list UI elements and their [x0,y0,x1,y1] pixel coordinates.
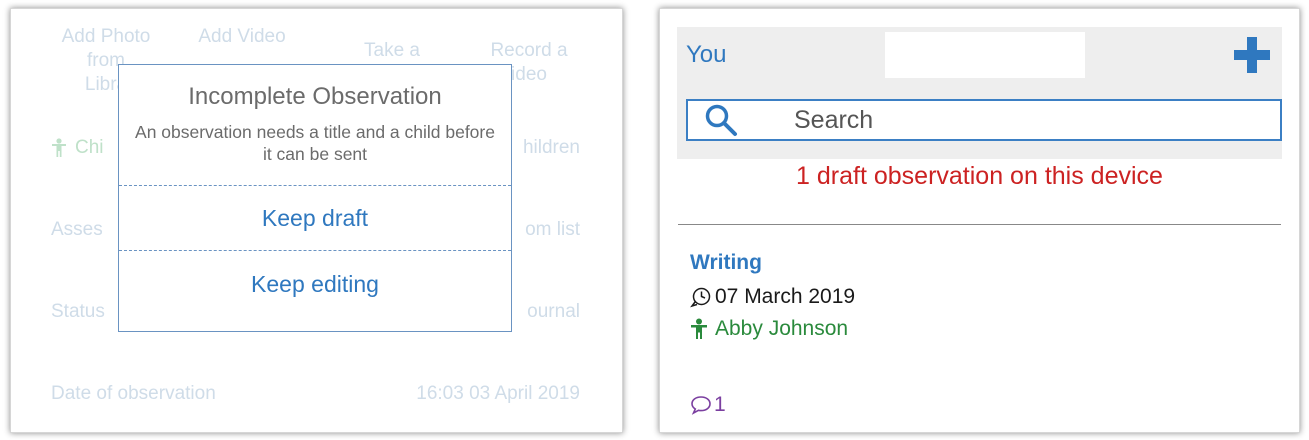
incomplete-observation-dialog: Incomplete Observation An observation ne… [118,64,512,332]
comment-icon [691,396,711,415]
add-video-action[interactable]: Add Video [192,25,292,49]
observation-child-name: Abby Johnson [715,317,849,340]
dialog-divider [119,185,511,186]
observation-date: 07 March 2019 [715,285,856,308]
plus-icon[interactable] [1232,35,1272,75]
keep-draft-button[interactable]: Keep draft [119,187,511,249]
assessment-label: Asses [51,219,103,240]
take-photo-label: Take a [364,40,420,61]
new-observation-screen: Add Photo from Libra Add Video Take a Re… [10,8,623,433]
dialog-divider [119,250,511,251]
dialog-message: An observation needs a title and a child… [135,122,495,164]
divider [678,224,1281,225]
date-value[interactable]: 16:03 03 April 2019 [416,383,580,405]
observations-list-screen: You 1 draft observation on this device W… [659,8,1300,433]
comments-count[interactable]: 1 [690,393,726,417]
child-icon [691,318,707,339]
observation-date-row: 07 March 2019 [690,285,855,309]
keep-editing-button[interactable]: Keep editing [119,253,511,315]
children-value: hildren [522,137,580,158]
comments-count-value: 1 [714,393,726,416]
status-label: Status [51,301,105,322]
observation-title[interactable]: Writing [690,251,762,275]
search-input[interactable] [794,105,1264,135]
header-blank-field [885,32,1085,78]
date-label: Date of observation [51,383,216,404]
draft-notice[interactable]: 1 draft observation on this device [660,162,1299,191]
list-header: You [677,27,1282,159]
child-icon [52,138,66,157]
search-field[interactable] [686,99,1282,141]
observation-child-row[interactable]: Abby Johnson [690,317,848,341]
clock-icon [690,287,711,308]
status-value[interactable]: ournal [527,301,580,323]
add-video-label: Add Video [198,26,286,47]
take-photo-action[interactable]: Take a [342,39,442,63]
dialog-title: Incomplete Observation [188,83,442,110]
you-filter-label[interactable]: You [686,41,727,69]
assessment-value[interactable]: om list [525,219,580,241]
search-icon [705,104,737,136]
children-field[interactable]: Chi [51,137,104,159]
children-label: Chi [75,137,104,158]
